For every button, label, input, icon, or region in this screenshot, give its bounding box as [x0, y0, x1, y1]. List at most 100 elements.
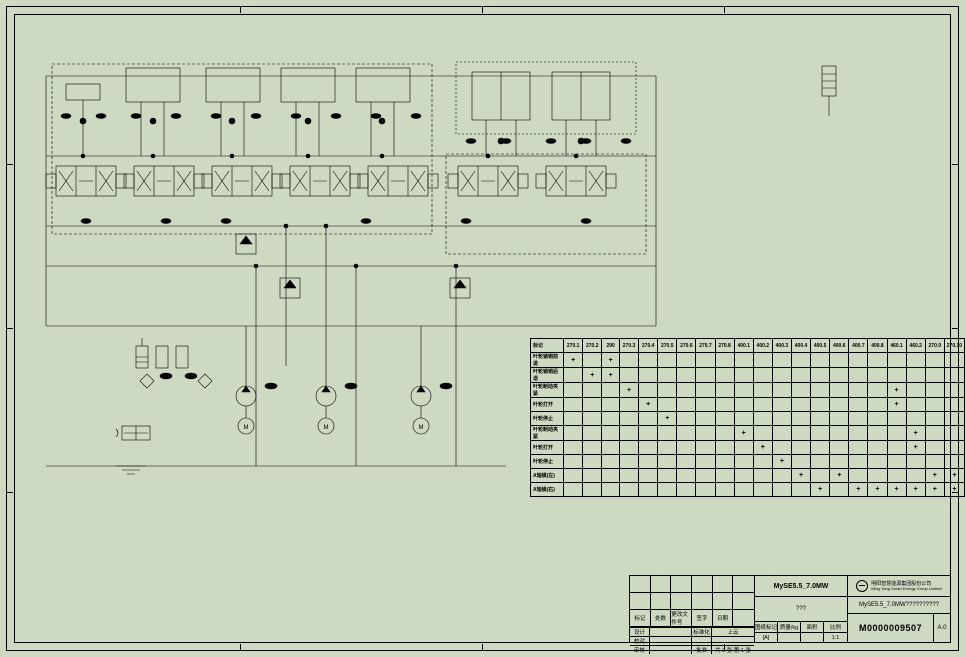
matrix-cell	[696, 368, 715, 383]
matrix-cell	[944, 426, 964, 441]
signoff-cell: 审核	[630, 645, 650, 654]
matrix-cell	[830, 483, 849, 497]
matrix-cell	[583, 398, 602, 412]
configuration-matrix-table: 标记270.1270.2290270.3270.4270.5270.6270.7…	[530, 338, 965, 497]
matrix-cell	[564, 483, 583, 497]
matrix-row-header: 叶轮锁销前进	[531, 353, 564, 368]
matrix-cell	[925, 353, 944, 368]
matrix-cell	[868, 455, 887, 469]
matrix-cell	[811, 353, 830, 368]
matrix-cell: +	[602, 368, 620, 383]
matrix-cell	[583, 483, 602, 497]
revision-grid-cell: 处数	[651, 610, 672, 627]
matrix-cell	[677, 483, 696, 497]
drawing-title: MySE5.5_7.0MW	[755, 576, 847, 597]
matrix-cell	[696, 353, 715, 368]
matrix-cell	[849, 368, 868, 383]
matrix-cell	[791, 455, 810, 469]
revision-grid-cell	[651, 593, 672, 610]
matrix-cell	[602, 483, 620, 497]
matrix-cell	[811, 383, 830, 398]
matrix-cell	[564, 383, 583, 398]
signoff-cell	[650, 627, 692, 636]
matrix-cell	[944, 398, 964, 412]
matrix-row-header: 叶轮制动夹紧	[531, 426, 564, 441]
matrix-cell	[696, 441, 715, 455]
matrix-cell	[887, 353, 906, 368]
matrix-col-header: 270.4	[639, 339, 658, 353]
matrix-cell	[715, 455, 734, 469]
matrix-cell	[639, 383, 658, 398]
matrix-cell	[811, 441, 830, 455]
matrix-cell: +	[583, 368, 602, 383]
matrix-cell	[639, 441, 658, 455]
matrix-cell	[753, 469, 772, 483]
matrix-cell	[619, 426, 638, 441]
matrix-cell	[791, 368, 810, 383]
mid-grid-cell: 面积	[801, 622, 824, 632]
matrix-cell: +	[564, 353, 583, 368]
signoff-cell	[650, 636, 692, 645]
matrix-cell	[658, 426, 677, 441]
matrix-col-header: 270.9	[925, 339, 944, 353]
matrix-cell	[677, 426, 696, 441]
matrix-cell: +	[734, 426, 753, 441]
matrix-cell	[639, 412, 658, 426]
revision-grid-cell: 更改文件号	[671, 610, 692, 627]
matrix-cell	[715, 412, 734, 426]
revision-grid-cell	[651, 576, 672, 593]
revision-grid-cell: 标记	[630, 610, 651, 627]
matrix-row-header: 叶轮锁销后退	[531, 368, 564, 383]
matrix-cell	[944, 455, 964, 469]
matrix-cell	[639, 469, 658, 483]
matrix-cell	[715, 441, 734, 455]
matrix-cell	[696, 383, 715, 398]
matrix-cell	[772, 441, 791, 455]
matrix-cell	[602, 426, 620, 441]
matrix-cell	[619, 368, 638, 383]
matrix-cell	[906, 353, 925, 368]
matrix-cell	[811, 469, 830, 483]
matrix-cell	[583, 412, 602, 426]
mid-grid-cell	[801, 632, 824, 642]
matrix-cell	[849, 398, 868, 412]
matrix-cell	[715, 426, 734, 441]
matrix-cell	[619, 469, 638, 483]
matrix-cell	[753, 483, 772, 497]
signoff-cell	[692, 636, 712, 645]
matrix-cell: +	[658, 412, 677, 426]
matrix-cell	[906, 412, 925, 426]
matrix-cell	[830, 412, 849, 426]
matrix-cell	[868, 398, 887, 412]
matrix-cell	[887, 412, 906, 426]
matrix-cell	[887, 469, 906, 483]
matrix-cell	[849, 412, 868, 426]
matrix-cell: +	[602, 353, 620, 368]
matrix-cell	[868, 426, 887, 441]
matrix-cell	[658, 383, 677, 398]
matrix-cell	[696, 469, 715, 483]
matrix-cell	[849, 353, 868, 368]
matrix-cell	[734, 398, 753, 412]
matrix-col-header: 400.5	[811, 339, 830, 353]
matrix-cell	[906, 455, 925, 469]
matrix-cell	[715, 383, 734, 398]
matrix-cell	[906, 383, 925, 398]
revision-grid-cell	[733, 610, 754, 627]
matrix-cell	[583, 383, 602, 398]
matrix-cell	[791, 483, 810, 497]
matrix-cell: +	[791, 469, 810, 483]
company-logo-block: 明阳智慧能源集团股份公司 Ming Yang Smart Energy Grou…	[848, 576, 950, 597]
matrix-cell	[753, 353, 772, 368]
matrix-cell	[791, 441, 810, 455]
signoff-cell: 校对	[630, 636, 650, 645]
matrix-cell	[830, 426, 849, 441]
matrix-cell	[830, 455, 849, 469]
matrix-cell	[925, 398, 944, 412]
matrix-cell	[734, 368, 753, 383]
matrix-cell	[868, 353, 887, 368]
matrix-col-header: 400.6	[830, 339, 849, 353]
matrix-cell	[677, 368, 696, 383]
matrix-cell	[830, 398, 849, 412]
mid-grid-cell: 质量/kg	[778, 622, 801, 632]
